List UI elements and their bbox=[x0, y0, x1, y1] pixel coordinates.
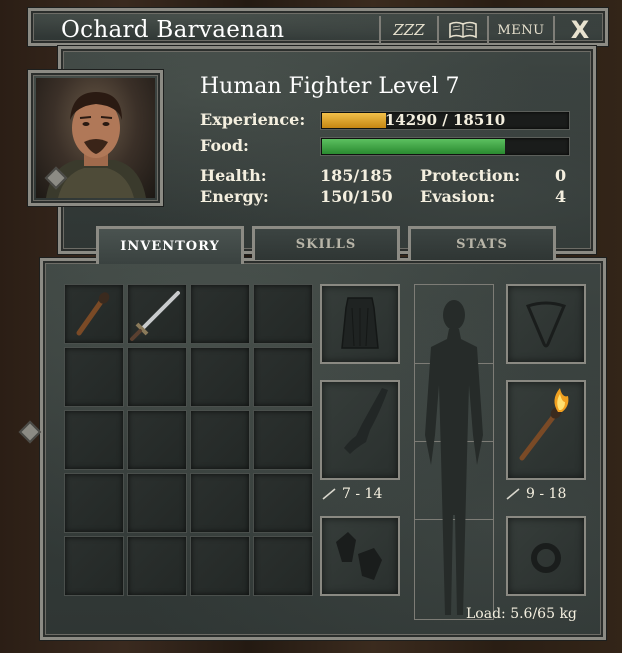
gloves-icon bbox=[336, 532, 382, 580]
inventory-slot[interactable] bbox=[253, 347, 313, 407]
inventory-slot[interactable] bbox=[253, 284, 313, 344]
food-label: Food: bbox=[200, 136, 249, 155]
title-bar: Ochard Barvaenan ZZZ MENU X bbox=[28, 8, 608, 46]
inventory-slot[interactable] bbox=[64, 347, 124, 407]
inventory-slot[interactable] bbox=[190, 410, 250, 470]
menu-button[interactable]: MENU bbox=[487, 16, 553, 44]
food-bar-fill bbox=[322, 139, 505, 154]
inventory-slot[interactable] bbox=[127, 536, 187, 596]
evasion-label: Evasion: bbox=[420, 187, 496, 206]
energy-value: 150/150 bbox=[320, 187, 393, 206]
amulet-icon bbox=[525, 301, 567, 348]
tab-skills[interactable]: SKILLS bbox=[252, 226, 400, 260]
protection-label: Protection: bbox=[420, 166, 521, 185]
load-weight: Load: 5.6/65 kg bbox=[466, 606, 577, 622]
inventory-slot[interactable] bbox=[127, 284, 187, 344]
book-icon bbox=[449, 21, 477, 39]
equip-slot-cloak[interactable] bbox=[320, 284, 400, 364]
tab-inventory[interactable]: INVENTORY bbox=[96, 226, 244, 264]
inventory-slot[interactable] bbox=[127, 410, 187, 470]
torch-icon bbox=[76, 292, 110, 336]
health-value: 185/185 bbox=[320, 166, 393, 185]
equip-slot-ring[interactable] bbox=[506, 516, 586, 596]
cloak-icon bbox=[341, 297, 379, 349]
sword-icon bbox=[130, 291, 180, 341]
hand-icon bbox=[344, 388, 388, 454]
ring-icon bbox=[531, 543, 561, 573]
attack-icon bbox=[506, 488, 520, 500]
inventory-slot[interactable] bbox=[190, 536, 250, 596]
inventory-slot[interactable] bbox=[190, 284, 250, 344]
inventory-slot[interactable] bbox=[253, 410, 313, 470]
food-bar bbox=[320, 137, 570, 156]
inventory-grid bbox=[64, 284, 313, 596]
inventory-slot[interactable] bbox=[64, 473, 124, 533]
inventory-slot[interactable] bbox=[190, 347, 250, 407]
attack-icon bbox=[322, 488, 336, 500]
body-silhouette-icon bbox=[425, 300, 483, 615]
experience-label: Experience: bbox=[200, 110, 306, 129]
left-hand-damage-value: 7 - 14 bbox=[342, 486, 383, 502]
inventory-slot[interactable] bbox=[64, 536, 124, 596]
tab-stats[interactable]: STATS bbox=[408, 226, 556, 260]
character-portrait-frame bbox=[28, 70, 163, 206]
inventory-slot[interactable] bbox=[253, 473, 313, 533]
inventory-slot[interactable] bbox=[253, 536, 313, 596]
paperdoll-body[interactable] bbox=[414, 284, 494, 620]
right-hand-damage-value: 9 - 18 bbox=[526, 486, 567, 502]
inventory-slot[interactable] bbox=[127, 473, 187, 533]
inventory-slot[interactable] bbox=[64, 410, 124, 470]
experience-bar: 14290 / 18510 bbox=[320, 111, 570, 130]
energy-label: Energy: bbox=[200, 187, 269, 206]
experience-value: 14290 / 18510 bbox=[384, 111, 506, 129]
evasion-value: 4 bbox=[555, 187, 567, 206]
equip-slot-right-hand[interactable] bbox=[506, 380, 586, 480]
left-hand-damage: 7 - 14 bbox=[322, 486, 382, 502]
equip-slot-amulet[interactable] bbox=[506, 284, 586, 364]
inventory-slot[interactable] bbox=[127, 347, 187, 407]
lit-torch-icon bbox=[519, 388, 569, 461]
equip-slot-gloves[interactable] bbox=[320, 516, 400, 596]
class-level-title: Human Fighter Level 7 bbox=[200, 74, 460, 99]
rest-button[interactable]: ZZZ bbox=[379, 16, 437, 44]
right-hand-damage: 9 - 18 bbox=[506, 486, 566, 502]
inventory-slot[interactable] bbox=[190, 473, 250, 533]
protection-value: 0 bbox=[555, 166, 567, 185]
journal-button[interactable] bbox=[437, 16, 487, 44]
close-button[interactable]: X bbox=[553, 16, 605, 44]
inventory-slot[interactable] bbox=[64, 284, 124, 344]
health-label: Health: bbox=[200, 166, 267, 185]
equip-slot-left-hand[interactable] bbox=[320, 380, 400, 480]
character-name: Ochard Barvaenan bbox=[61, 17, 285, 43]
